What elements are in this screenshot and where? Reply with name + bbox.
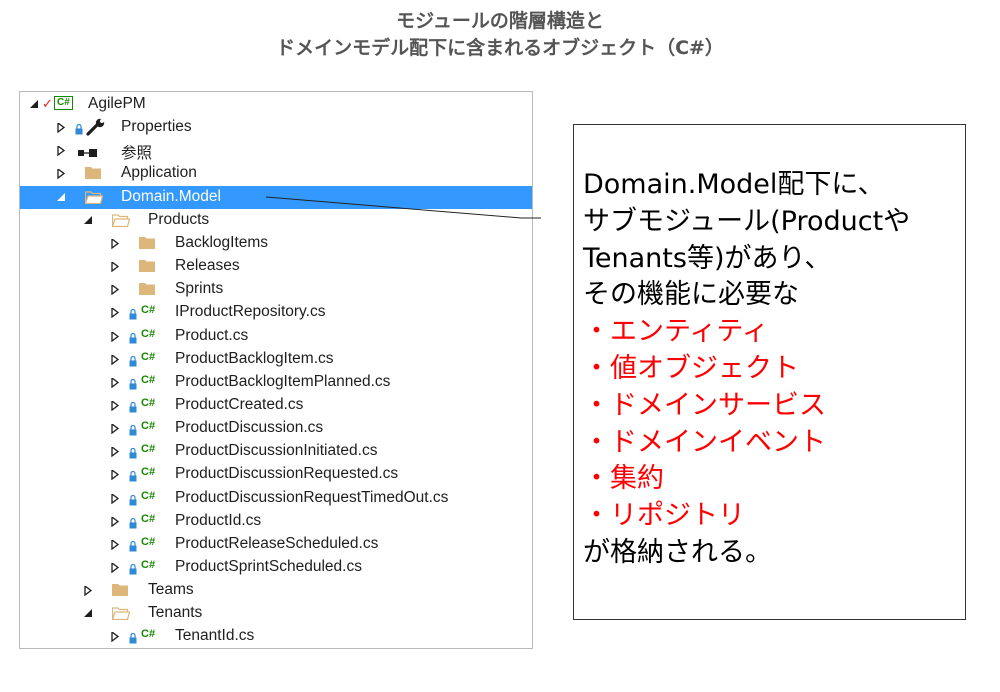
callout-text: Domain.Model配下に、 サブモジュール(Productや Tenants等…	[583, 167, 910, 572]
callout-line: ・ドメインイベント	[583, 426, 826, 458]
callout-line: Domain.Model配下に、	[583, 169, 885, 200]
callout-line: ・集約	[583, 463, 664, 495]
callout-line: サブモジュール(Productや	[583, 205, 911, 237]
callout-box: Domain.Model配下に、 サブモジュール(Productや Tenants等…	[573, 124, 966, 620]
callout-line: ・値オブジェクト	[583, 352, 799, 384]
callout-line: ・エンティティ	[583, 316, 769, 348]
callout-line: が格納される。	[583, 536, 772, 568]
callout-line: Tenants等)があり、	[583, 242, 832, 274]
callout-line: ・リポジトリ	[583, 500, 745, 532]
callout-line: ・ドメインサービス	[583, 389, 826, 421]
callout-line: その機能に必要な	[583, 279, 799, 311]
